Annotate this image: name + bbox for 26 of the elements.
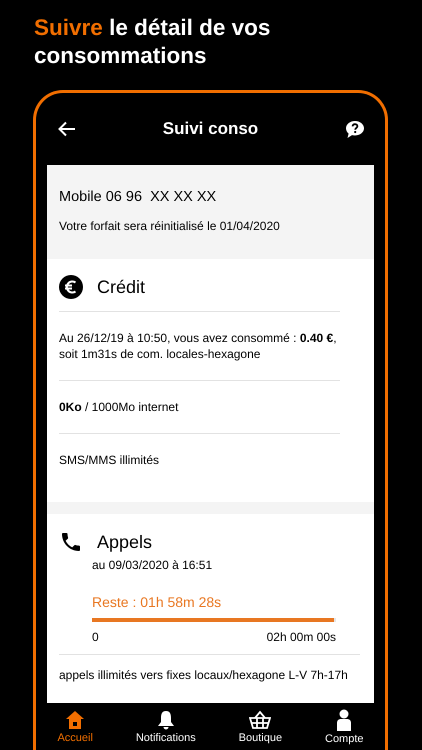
mobile-number: Mobile 06 96 XX XX XX [59,189,218,205]
card-title: Crédit [97,276,146,298]
nav-tab[interactable]: Compte [321,706,368,746]
nav-tab[interactable]: Boutique [234,708,286,746]
usage-line: SMS/MMS illimités [59,433,340,486]
phone-icon [59,530,83,554]
screen-title: Suivi conso [162,119,258,139]
usage-line: 0Ko / 1000Mo internet [59,380,340,433]
usage-date: au 09/03/2020 à 16:51 [92,558,214,572]
home-icon [65,710,86,730]
usage-line: appels illimités vers fixes locaux/hexagone L-V 7h-17h [59,654,360,701]
card-title: Appels [97,532,152,552]
basket-icon [249,710,272,730]
reset-date-text: Votre forfait sera réinitialisé le 01/04/2020 [59,219,281,233]
person-icon [336,708,352,730]
range-min: 0 [92,630,99,644]
nav-tab[interactable]: Notifications [132,708,200,746]
back-button[interactable] [58,121,76,137]
headline: Suivre le détail de vos consommations [34,14,272,70]
help-button[interactable] [344,120,365,138]
bell-icon [156,710,175,730]
range-max: 02h 00m 00s [266,630,336,644]
nav-tab[interactable]: Accueil [53,708,97,746]
usage-line: Au 26/12/19 à 10:50, vous avez consommé : 0.40 €, soit 1m31s de com. locales-hexagone [59,311,340,380]
remaining-time: Reste : 01h 58m 28s [92,594,222,610]
euro-icon [59,275,83,299]
